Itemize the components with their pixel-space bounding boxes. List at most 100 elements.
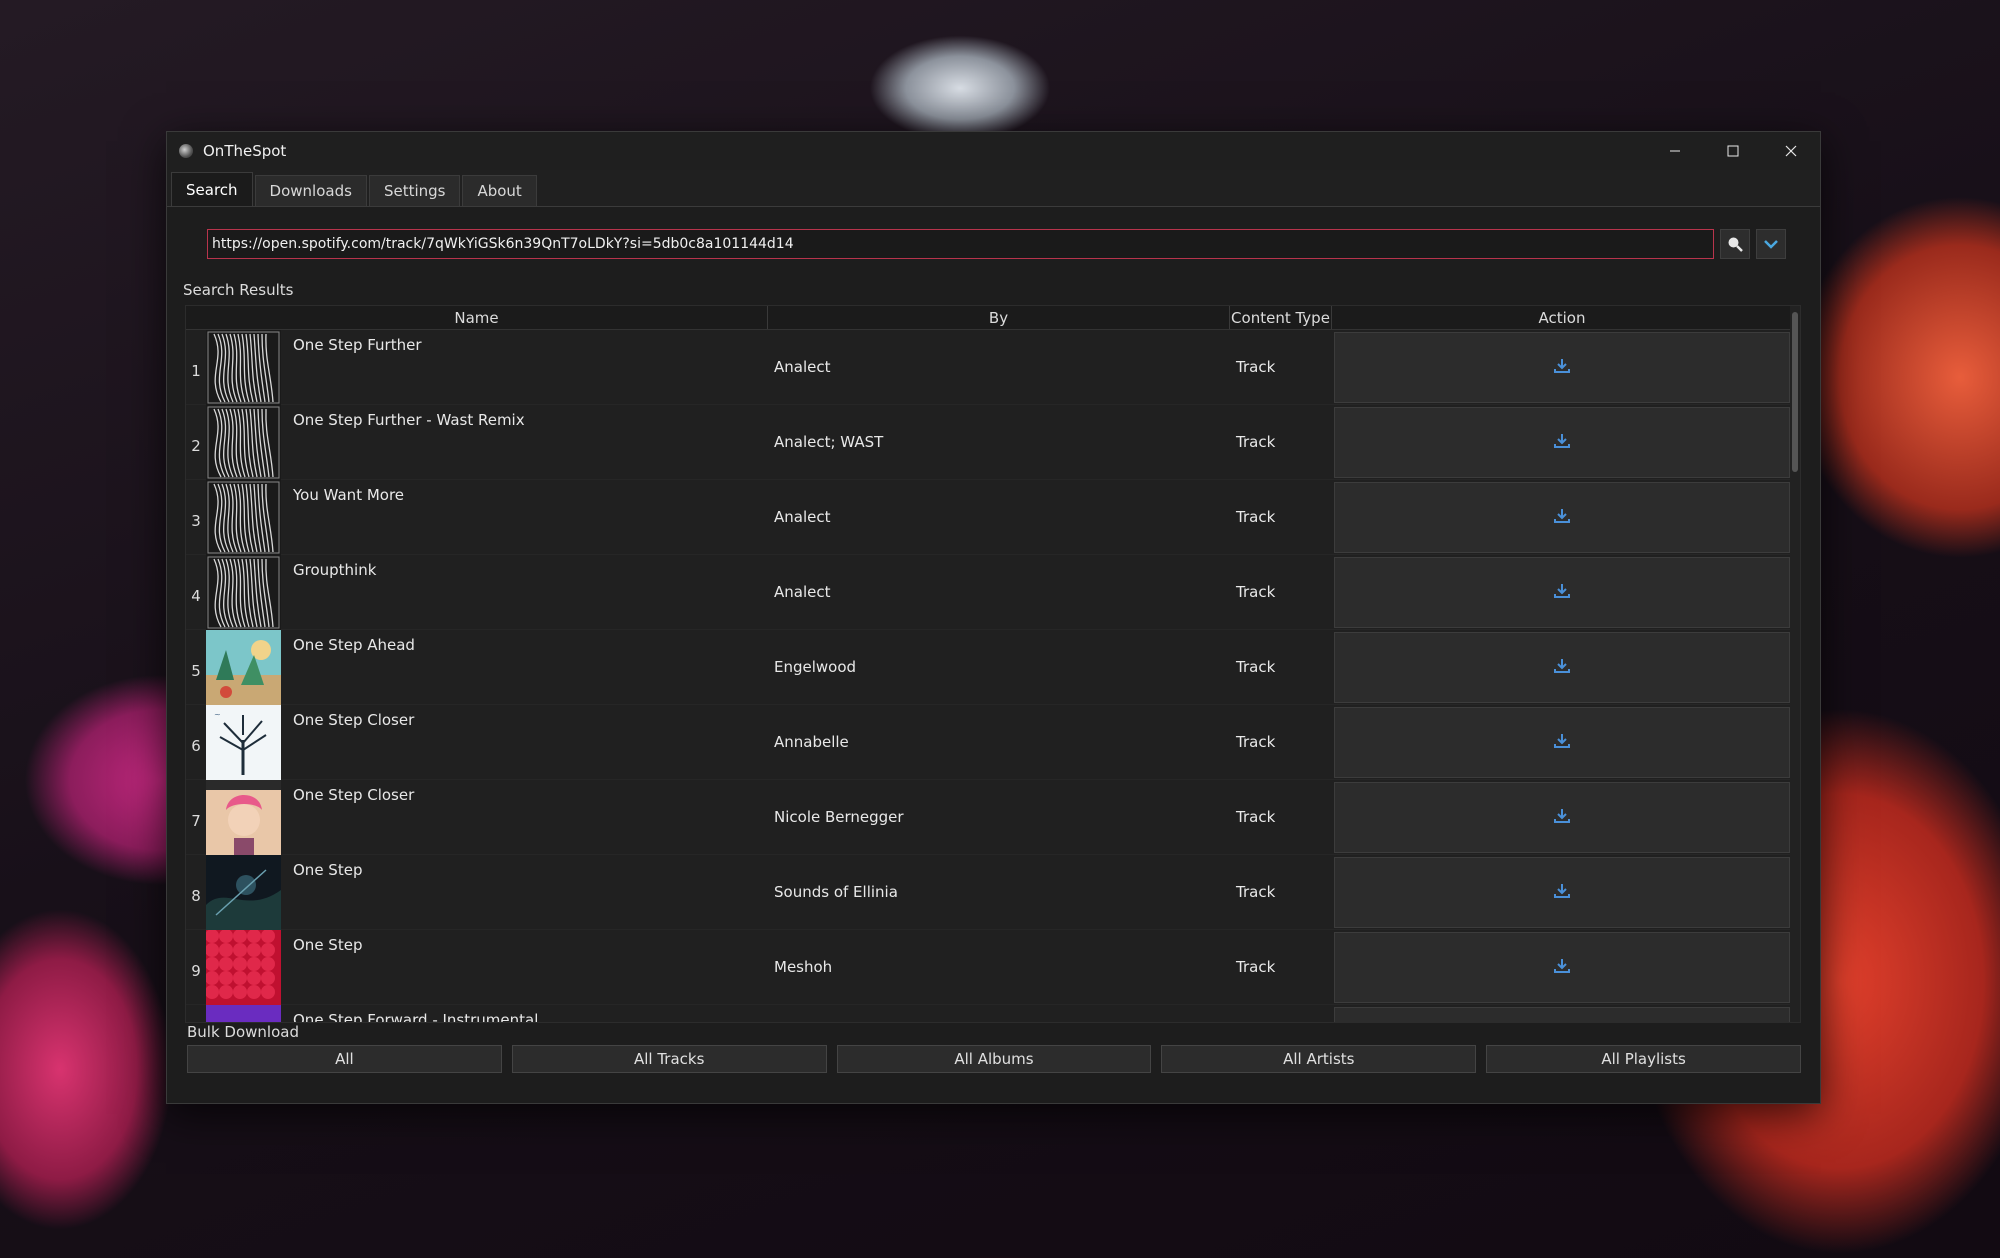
table-row[interactable]: 4 Groupthink Analect Track	[186, 555, 1800, 630]
maximize-icon	[1727, 145, 1739, 157]
table-row[interactable]: 9 One Step Meshoh Track	[186, 929, 1800, 1005]
row-index: 5	[191, 662, 201, 680]
track-artist: Analect	[774, 583, 831, 601]
content-type: Track	[1236, 658, 1276, 676]
track-artist: Analect; WAST	[774, 433, 884, 451]
tab-settings[interactable]: Settings	[368, 175, 461, 206]
download-button[interactable]	[1334, 857, 1790, 928]
download-icon	[1553, 732, 1571, 754]
scrollbar-thumb[interactable]	[1792, 312, 1798, 472]
search-panel: Search Results Name By Content Type Acti…	[167, 206, 1820, 1103]
app-icon	[179, 144, 193, 158]
track-name: You Want More	[293, 486, 405, 504]
album-art	[206, 405, 281, 480]
row-index: 2	[191, 437, 201, 455]
table-row[interactable]: One Step Forward - Instrumental	[186, 1005, 1800, 1023]
row-index: 4	[191, 587, 201, 605]
content-type: Track	[1236, 583, 1276, 601]
album-art	[206, 630, 281, 705]
tab-bar: Search Downloads Settings About	[167, 170, 1820, 206]
column-header-action[interactable]: Action	[1332, 306, 1792, 329]
track-artist: Sounds of Ellinia	[774, 883, 898, 901]
minimize-button[interactable]	[1646, 132, 1704, 170]
row-index: 8	[191, 887, 201, 905]
track-artist: Nicole Bernegger	[774, 808, 904, 826]
album-art	[206, 855, 281, 930]
table-row[interactable]: 8 One Step Sounds of Ellinia Track	[186, 855, 1800, 930]
download-button[interactable]	[1334, 482, 1790, 553]
search-row	[207, 229, 1786, 259]
row-index	[186, 1005, 206, 1022]
close-button[interactable]	[1762, 132, 1820, 170]
download-button[interactable]	[1334, 932, 1790, 1003]
album-art	[206, 480, 281, 555]
download-button[interactable]	[1334, 632, 1790, 703]
download-icon	[1553, 657, 1571, 679]
bulk-all-artists-button[interactable]: All Artists	[1161, 1045, 1477, 1073]
download-icon	[1553, 807, 1571, 829]
download-button[interactable]	[1334, 332, 1790, 403]
maximize-button[interactable]	[1704, 132, 1762, 170]
track-name: One Step Further - Wast Remix	[293, 411, 525, 429]
tab-downloads[interactable]: Downloads	[254, 175, 367, 206]
table-row[interactable]: 5 One Step Ahead Engelwood Track	[186, 630, 1800, 705]
content-type: Track	[1236, 508, 1276, 526]
table-row[interactable]: 6 ~ One Step Closer Annabelle Track	[186, 705, 1800, 780]
table-header: Name By Content Type Action	[186, 306, 1800, 330]
table-row[interactable]: 1 One Step Further Analect Track	[186, 330, 1800, 405]
row-index: 1	[191, 362, 201, 380]
search-input[interactable]	[207, 229, 1714, 259]
download-icon	[1553, 582, 1571, 604]
action-cell	[1332, 630, 1792, 704]
svg-text:~: ~	[214, 710, 221, 719]
dropdown-button[interactable]	[1756, 229, 1786, 259]
search-results-label: Search Results	[183, 281, 294, 299]
download-button[interactable]	[1334, 407, 1790, 478]
tab-about[interactable]: About	[462, 175, 537, 206]
table-row[interactable]: 3 You Want More Analect Track	[186, 480, 1800, 555]
content-type: Track	[1236, 883, 1276, 901]
column-header-content-type[interactable]: Content Type	[1230, 306, 1332, 329]
action-cell	[1332, 555, 1792, 629]
track-artist	[768, 1005, 1230, 1022]
track-name: Groupthink	[293, 561, 377, 579]
bulk-download-buttons: All All Tracks All Albums All Artists All Pl…	[187, 1045, 1801, 1073]
bulk-all-button[interactable]: All	[187, 1045, 502, 1073]
action-cell	[1332, 855, 1792, 929]
album-art	[205, 929, 281, 1005]
search-button[interactable]	[1720, 229, 1750, 259]
track-name: One Step Further	[293, 336, 422, 354]
download-icon	[1553, 432, 1571, 454]
title-bar[interactable]: OnTheSpot	[167, 132, 1820, 170]
window-title: OnTheSpot	[203, 142, 287, 160]
close-icon	[1785, 145, 1797, 157]
download-button[interactable]	[1334, 782, 1790, 853]
results-table[interactable]: Name By Content Type Action 1 One Step Fu…	[185, 305, 1801, 1023]
bulk-all-tracks-button[interactable]: All Tracks	[511, 1045, 827, 1073]
album-art	[206, 555, 281, 630]
track-artist: Analect	[774, 508, 831, 526]
chevron-down-icon	[1764, 240, 1778, 249]
bulk-all-albums-button[interactable]: All Albums	[836, 1045, 1152, 1073]
app-window: OnTheSpot SearchDownloadsSettingsAbout S…	[166, 131, 1821, 1104]
column-header-name[interactable]: Name	[186, 306, 768, 329]
action-cell	[1332, 1005, 1792, 1022]
album-art: ~	[206, 705, 281, 780]
column-header-by[interactable]: By	[768, 306, 1230, 329]
action-cell	[1332, 780, 1792, 854]
track-name: One Step Forward - Instrumental	[293, 1011, 539, 1023]
content-type	[1230, 1005, 1332, 1022]
download-button[interactable]	[1334, 1007, 1790, 1022]
tab-search[interactable]: Search	[171, 172, 253, 206]
download-button[interactable]	[1334, 557, 1790, 628]
content-type: Track	[1236, 808, 1276, 826]
download-icon	[1553, 882, 1571, 904]
action-cell	[1332, 930, 1792, 1004]
table-row[interactable]: 7 One Step Closer Nicole Bernegger Track	[186, 780, 1800, 855]
bulk-all-playlists-button[interactable]: All Playlists	[1486, 1045, 1801, 1073]
row-index: 7	[191, 812, 201, 830]
vertical-scrollbar[interactable]	[1790, 306, 1800, 1022]
download-button[interactable]	[1334, 707, 1790, 778]
table-row[interactable]: 2 One Step Further - Wast Remix Analect; W…	[186, 405, 1800, 480]
track-artist: Engelwood	[774, 658, 857, 676]
